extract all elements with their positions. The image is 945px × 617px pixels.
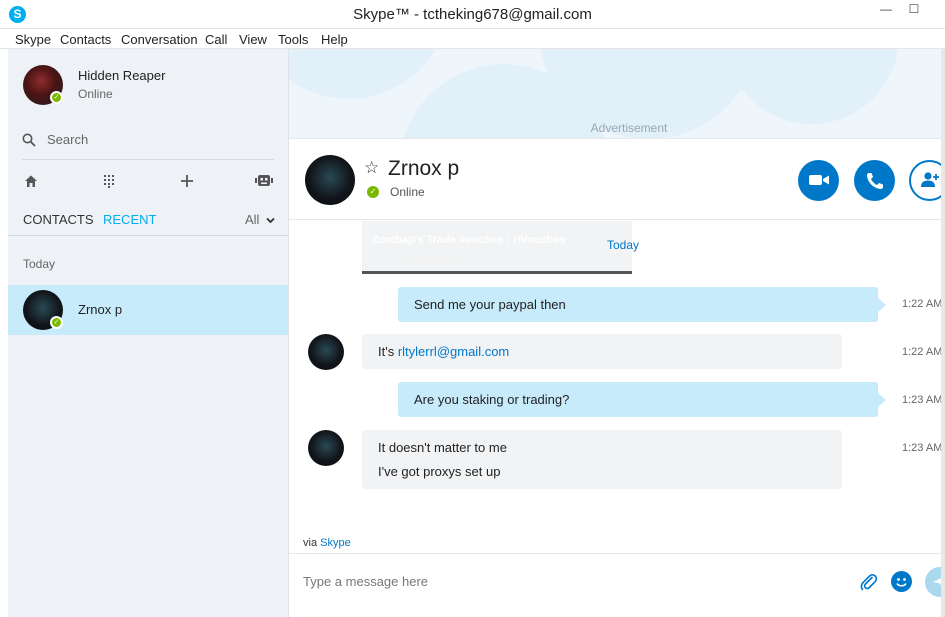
- add-person-icon: [920, 172, 939, 187]
- message-text: It doesn't matter to me: [378, 440, 507, 455]
- online-status-icon: ✓: [50, 316, 63, 329]
- paperclip-icon[interactable]: [859, 572, 879, 592]
- tab-contacts[interactable]: CONTACTS: [23, 212, 94, 227]
- message-bubble-incoming[interactable]: It doesn't matter to me I've got proxys …: [362, 430, 842, 489]
- menu-help[interactable]: Help: [321, 32, 348, 47]
- home-icon[interactable]: [20, 171, 42, 193]
- profile-name[interactable]: Hidden Reaper: [78, 68, 165, 83]
- menu-view[interactable]: View: [239, 32, 267, 47]
- menu-skype[interactable]: Skype: [15, 32, 51, 47]
- date-label: Today: [607, 238, 640, 252]
- filter-label: All: [245, 212, 260, 227]
- dialpad-icon[interactable]: [98, 171, 120, 193]
- contact-name[interactable]: Zrnox p: [388, 157, 459, 181]
- message-text: It's rltylerrl@gmail.com: [378, 344, 509, 359]
- profile-status[interactable]: Online: [78, 87, 113, 101]
- contact-name: Zrnox p: [78, 302, 123, 317]
- video-call-button[interactable]: [798, 160, 839, 201]
- add-people-button[interactable]: [909, 160, 945, 201]
- online-status-icon: ✓: [367, 186, 379, 198]
- divider: [8, 235, 288, 236]
- via-skype: via Skype: [303, 537, 351, 549]
- message-composer: [289, 553, 945, 617]
- contact-avatar[interactable]: [308, 430, 344, 466]
- video-camera-icon: [808, 175, 829, 185]
- contact-avatar[interactable]: [305, 155, 355, 205]
- link-preview-url: GIF www.reddit.com: [372, 252, 463, 263]
- advertisement-label: Advertisement: [590, 121, 668, 135]
- message-time: 1:22 AM: [902, 346, 943, 358]
- smiley-icon: [896, 578, 907, 587]
- message-text-prefix: It's: [378, 344, 398, 359]
- link-preview-title: Zombap's Trade vouches : r/Vouches: [372, 234, 566, 246]
- menu-call[interactable]: Call: [205, 32, 227, 47]
- search-label: Search: [47, 132, 89, 147]
- link-preview-card[interactable]: Zombap's Trade vouches : r/Vouches GIF w…: [362, 221, 632, 274]
- conversation-pane: Advertisement ☆ Zrnox p ✓ Online Zombap'…: [289, 49, 945, 617]
- advertisement-banner[interactable]: Advertisement: [289, 49, 945, 139]
- message-text: Are you staking or trading?: [414, 392, 570, 407]
- tab-recent[interactable]: RECENT: [103, 212, 156, 227]
- via-skype-link[interactable]: Skype: [320, 537, 351, 549]
- message-text: Send me your paypal then: [414, 297, 566, 312]
- message-bubble-incoming[interactable]: It's rltylerrl@gmail.com: [362, 334, 842, 369]
- bot-icon[interactable]: [253, 171, 275, 193]
- chevron-down-icon: [266, 217, 275, 224]
- maximize-button[interactable]: ☐: [901, 2, 927, 20]
- filter-dropdown[interactable]: All: [245, 212, 275, 227]
- message-time: 1:22 AM: [902, 298, 943, 310]
- sidebar: ✓ Hidden Reaper Online Search CONTACTS R…: [8, 49, 289, 617]
- message-bubble-outgoing[interactable]: Are you staking or trading?: [398, 382, 886, 417]
- recent-item-zrnox[interactable]: ✓ Zrnox p: [8, 285, 288, 335]
- message-time: 1:23 AM: [902, 394, 943, 406]
- emoticon-button[interactable]: [891, 571, 912, 592]
- email-link[interactable]: rltylerrl@gmail.com: [398, 344, 509, 359]
- message-input[interactable]: [303, 570, 843, 592]
- message-text: I've got proxys set up: [378, 464, 501, 479]
- window-border: [941, 49, 945, 617]
- ad-decoration: [724, 49, 899, 124]
- add-icon[interactable]: [176, 171, 198, 193]
- message-bubble-outgoing[interactable]: Send me your paypal then: [398, 287, 886, 322]
- phone-icon: [866, 173, 883, 189]
- divider: [22, 159, 274, 160]
- window-title: Skype™ - tctheking678@gmail.com: [353, 6, 592, 23]
- title-bar: S Skype™ - tctheking678@gmail.com — ☐: [0, 0, 945, 29]
- message-time: 1:23 AM: [902, 442, 943, 454]
- contact-status: Online: [390, 185, 425, 199]
- menu-tools[interactable]: Tools: [278, 32, 308, 47]
- section-header: Today: [23, 257, 56, 271]
- search-box[interactable]: Search: [22, 131, 272, 151]
- online-status-icon: ✓: [50, 91, 63, 104]
- ad-decoration: [289, 49, 449, 99]
- conversation-header: ☆ Zrnox p ✓ Online: [289, 139, 945, 220]
- star-icon[interactable]: ☆: [364, 158, 379, 178]
- audio-call-button[interactable]: [854, 160, 895, 201]
- contact-avatar[interactable]: [308, 334, 344, 370]
- minimize-button[interactable]: —: [873, 2, 899, 20]
- menu-bar: Skype Contacts Conversation Call View To…: [0, 29, 945, 49]
- menu-contacts[interactable]: Contacts: [60, 32, 111, 47]
- via-prefix: via: [303, 537, 321, 549]
- search-icon: [22, 133, 36, 147]
- menu-conversation[interactable]: Conversation: [121, 32, 198, 47]
